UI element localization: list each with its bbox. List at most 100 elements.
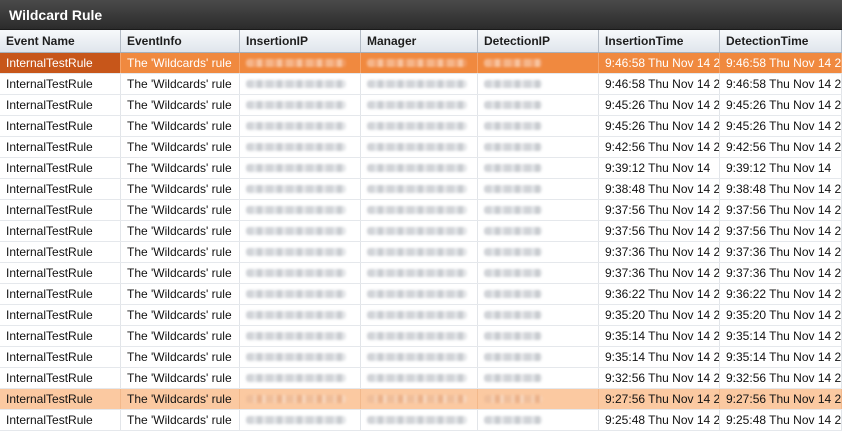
table-row[interactable]: InternalTestRule The 'Wildcards' rule 9:35… — [0, 305, 842, 326]
cell-event-name: InternalTestRule — [0, 242, 121, 262]
cell-event-info: The 'Wildcards' rule — [121, 53, 240, 73]
redacted-value — [246, 122, 346, 130]
cell-insertion-ip — [240, 326, 361, 346]
cell-insertion-ip — [240, 242, 361, 262]
redacted-value — [367, 206, 467, 214]
cell-insertion-time: 9:37:56 Thu Nov 14 2 — [599, 200, 720, 220]
cell-detection-ip — [478, 74, 599, 94]
column-header-detection-time[interactable]: DetectionTime — [720, 30, 842, 52]
cell-insertion-time: 9:27:56 Thu Nov 14 2 — [599, 389, 720, 409]
cell-detection-ip — [478, 326, 599, 346]
cell-event-info: The 'Wildcards' rule — [121, 368, 240, 388]
cell-event-name: InternalTestRule — [0, 179, 121, 199]
redacted-value — [367, 311, 467, 319]
redacted-value — [367, 290, 467, 298]
cell-detection-ip — [478, 116, 599, 136]
table-row[interactable]: InternalTestRule The 'Wildcards' rule 9:27… — [0, 389, 842, 410]
cell-insertion-time: 9:46:58 Thu Nov 14 2 — [599, 74, 720, 94]
table-body: InternalTestRule The 'Wildcards' rule 9:46… — [0, 53, 842, 431]
cell-detection-ip — [478, 137, 599, 157]
redacted-value — [484, 290, 542, 298]
redacted-value — [367, 332, 467, 340]
cell-insertion-ip — [240, 368, 361, 388]
column-header-event-info[interactable]: EventInfo — [121, 30, 240, 52]
cell-detection-time: 9:37:56 Thu Nov 14 2 — [720, 200, 842, 220]
cell-event-info: The 'Wildcards' rule — [121, 158, 240, 178]
cell-manager — [361, 179, 478, 199]
cell-manager — [361, 242, 478, 262]
cell-insertion-ip — [240, 347, 361, 367]
table-row[interactable]: InternalTestRule The 'Wildcards' rule 9:46… — [0, 53, 842, 74]
cell-event-info: The 'Wildcards' rule — [121, 284, 240, 304]
table-row[interactable]: InternalTestRule The 'Wildcards' rule 9:35… — [0, 347, 842, 368]
redacted-value — [246, 206, 346, 214]
redacted-value — [246, 80, 346, 88]
redacted-value — [367, 101, 467, 109]
cell-detection-ip — [478, 347, 599, 367]
column-header-event-name[interactable]: Event Name — [0, 30, 121, 52]
cell-event-info: The 'Wildcards' rule — [121, 347, 240, 367]
cell-detection-ip — [478, 410, 599, 430]
cell-insertion-time: 9:37:36 Thu Nov 14 2 — [599, 242, 720, 262]
table-row[interactable]: InternalTestRule The 'Wildcards' rule 9:37… — [0, 221, 842, 242]
cell-insertion-ip — [240, 284, 361, 304]
table-row[interactable]: InternalTestRule The 'Wildcards' rule 9:32… — [0, 368, 842, 389]
redacted-value — [484, 80, 542, 88]
table-row[interactable]: InternalTestRule The 'Wildcards' rule 9:45… — [0, 95, 842, 116]
redacted-value — [367, 374, 467, 382]
cell-detection-ip — [478, 221, 599, 241]
events-table: Event Name EventInfo InsertionIP Manager… — [0, 30, 842, 431]
column-header-manager[interactable]: Manager — [361, 30, 478, 52]
redacted-value — [246, 101, 346, 109]
cell-insertion-time: 9:37:56 Thu Nov 14 2 — [599, 221, 720, 241]
redacted-value — [367, 143, 467, 151]
cell-insertion-ip — [240, 95, 361, 115]
cell-manager — [361, 53, 478, 73]
cell-detection-ip — [478, 179, 599, 199]
cell-detection-ip — [478, 368, 599, 388]
redacted-value — [246, 311, 346, 319]
cell-manager — [361, 347, 478, 367]
cell-event-name: InternalTestRule — [0, 95, 121, 115]
redacted-value — [246, 248, 346, 256]
table-row[interactable]: InternalTestRule The 'Wildcards' rule 9:36… — [0, 284, 842, 305]
cell-insertion-time: 9:45:26 Thu Nov 14 2 — [599, 116, 720, 136]
redacted-value — [246, 185, 346, 193]
redacted-value — [484, 164, 542, 172]
redacted-value — [484, 374, 542, 382]
table-row[interactable]: InternalTestRule The 'Wildcards' rule 9:25… — [0, 410, 842, 431]
cell-manager — [361, 263, 478, 283]
column-header-detection-ip[interactable]: DetectionIP — [478, 30, 599, 52]
cell-detection-time: 9:45:26 Thu Nov 14 2 — [720, 95, 842, 115]
redacted-value — [367, 80, 467, 88]
table-row[interactable]: InternalTestRule The 'Wildcards' rule 9:37… — [0, 242, 842, 263]
cell-manager — [361, 200, 478, 220]
column-header-insertion-time[interactable]: InsertionTime — [599, 30, 720, 52]
column-header-insertion-ip[interactable]: InsertionIP — [240, 30, 361, 52]
cell-event-name: InternalTestRule — [0, 305, 121, 325]
redacted-value — [246, 374, 346, 382]
table-row[interactable]: InternalTestRule The 'Wildcards' rule 9:37… — [0, 263, 842, 284]
cell-event-name: InternalTestRule — [0, 347, 121, 367]
cell-insertion-ip — [240, 305, 361, 325]
table-row[interactable]: InternalTestRule The 'Wildcards' rule 9:39… — [0, 158, 842, 179]
table-row[interactable]: InternalTestRule The 'Wildcards' rule 9:46… — [0, 74, 842, 95]
table-row[interactable]: InternalTestRule The 'Wildcards' rule 9:45… — [0, 116, 842, 137]
cell-insertion-ip — [240, 53, 361, 73]
cell-detection-time: 9:45:26 Thu Nov 14 2 — [720, 116, 842, 136]
cell-event-name: InternalTestRule — [0, 53, 121, 73]
cell-detection-time: 9:37:56 Thu Nov 14 2 — [720, 221, 842, 241]
cell-detection-time: 9:37:36 Thu Nov 14 2 — [720, 242, 842, 262]
table-row[interactable]: InternalTestRule The 'Wildcards' rule 9:35… — [0, 326, 842, 347]
table-row[interactable]: InternalTestRule The 'Wildcards' rule 9:38… — [0, 179, 842, 200]
wildcard-rule-window: Wildcard Rule Event Name EventInfo Inser… — [0, 0, 842, 431]
table-row[interactable]: InternalTestRule The 'Wildcards' rule 9:42… — [0, 137, 842, 158]
cell-detection-time: 9:38:48 Thu Nov 14 2 — [720, 179, 842, 199]
table-row[interactable]: InternalTestRule The 'Wildcards' rule 9:37… — [0, 200, 842, 221]
cell-detection-ip — [478, 200, 599, 220]
redacted-value — [484, 59, 542, 67]
cell-detection-ip — [478, 284, 599, 304]
window-titlebar[interactable]: Wildcard Rule — [0, 0, 842, 30]
redacted-value — [484, 353, 542, 361]
window-title: Wildcard Rule — [9, 6, 103, 23]
